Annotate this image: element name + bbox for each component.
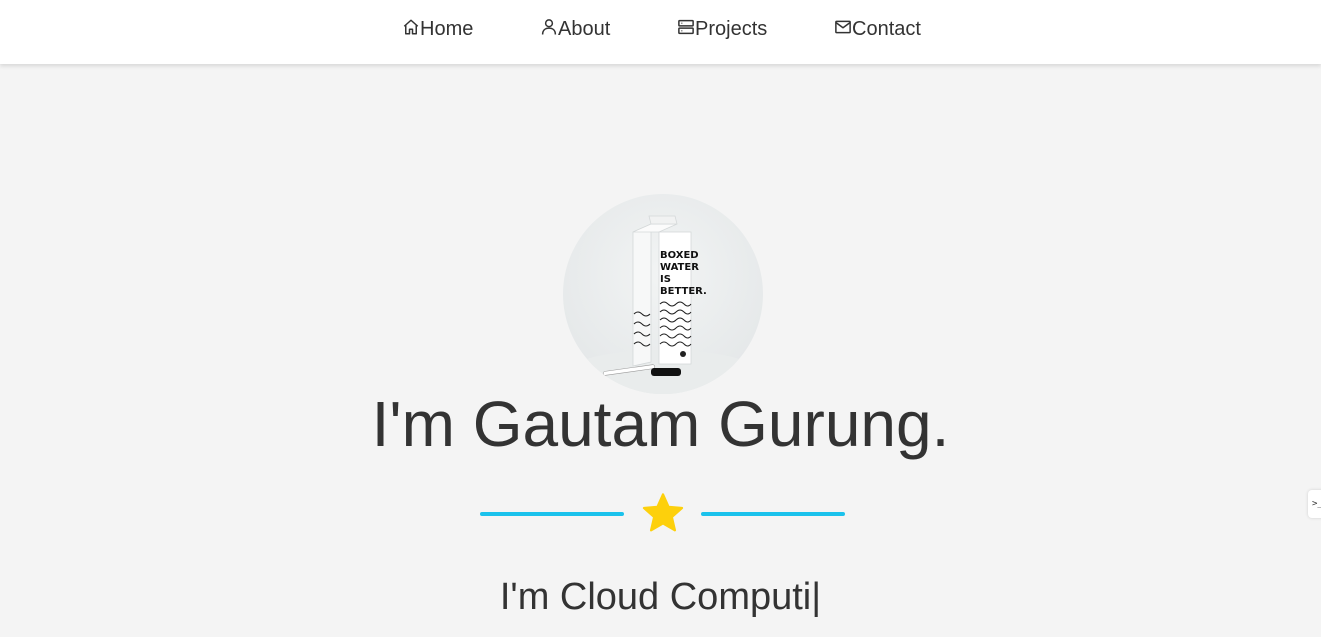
hero-title: I'm Gautam Gurung.: [371, 388, 950, 460]
nav-contact-link[interactable]: Contact: [834, 16, 921, 42]
side-tab-button[interactable]: >_: [1308, 490, 1321, 518]
top-navbar: Home About Projects Contact: [0, 0, 1321, 64]
nav-projects-link[interactable]: Projects: [677, 16, 767, 42]
star-icon: [640, 491, 686, 537]
divider-line-left: [480, 512, 624, 516]
nav-home-label: Home: [420, 17, 474, 40]
typed-subtitle: I'm Cloud Computi|: [499, 576, 822, 618]
svg-text:IS: IS: [660, 274, 671, 285]
svg-text:WATER: WATER: [660, 262, 699, 273]
user-icon: [540, 18, 558, 36]
nav-home-link[interactable]: Home: [402, 16, 473, 42]
nav-contact-label: Contact: [852, 17, 921, 40]
nav-about-label: About: [558, 17, 611, 40]
svg-text:BOXED: BOXED: [660, 250, 699, 261]
nav-about-link[interactable]: About: [540, 16, 610, 42]
avatar: BOXED WATER IS BETTER.: [563, 194, 763, 394]
hero-section: BOXED WATER IS BETTER. I'm Gautam Gurung…: [0, 64, 1321, 637]
nav-projects-label: Projects: [695, 17, 768, 40]
home-icon: [402, 18, 420, 36]
mail-icon: [834, 18, 852, 36]
server-icon: [677, 18, 695, 36]
divider-line-right: [701, 512, 845, 516]
boxed-water-carton-photo: BOXED WATER IS BETTER.: [568, 215, 758, 394]
code-icon: >_: [1312, 499, 1321, 509]
svg-text:BETTER.: BETTER.: [660, 286, 707, 297]
